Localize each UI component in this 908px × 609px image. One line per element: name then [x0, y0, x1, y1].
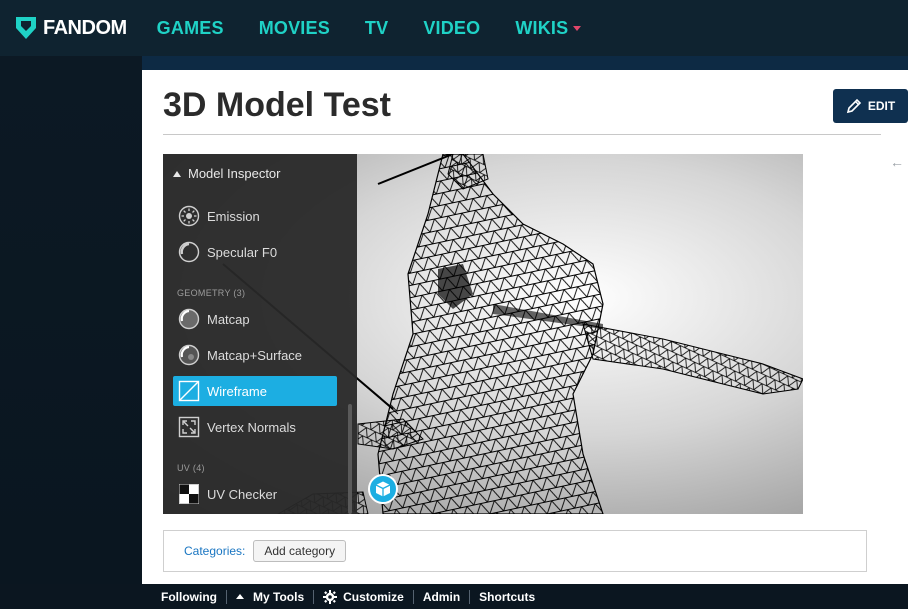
toolbar-following[interactable]: Following: [152, 590, 226, 604]
inspector-item-matcap[interactable]: Matcap: [173, 304, 337, 334]
edit-label: EDIT: [867, 99, 896, 113]
inspector-header[interactable]: Model Inspector: [173, 166, 281, 181]
inspector-scrollbar[interactable]: [348, 404, 352, 514]
inspector-item-label: Wireframe: [207, 383, 267, 399]
chevron-up-icon: [236, 594, 244, 599]
sketchfab-cube-icon: [375, 481, 391, 497]
inspector-item-specular[interactable]: Specular F0: [173, 237, 337, 267]
vertex-normals-icon: [178, 416, 200, 438]
sketchfab-logo-button[interactable]: [368, 474, 398, 504]
inspector-item-label: Matcap: [207, 311, 250, 327]
inspector-item-wireframe[interactable]: Wireframe: [173, 376, 337, 406]
nav-wikis-label: WIKIS: [515, 17, 569, 38]
toolbar-my-tools[interactable]: My Tools: [227, 590, 313, 604]
inspector-item-label: Emission: [207, 208, 260, 224]
inspector-item-label: Matcap+Surface: [207, 347, 303, 363]
inspector-item-label: UV Checker: [207, 486, 278, 502]
specular-icon: [178, 241, 200, 263]
inspector-item-label: Vertex Normals: [207, 419, 296, 435]
matcap-icon: [178, 308, 200, 330]
nav-movies[interactable]: MOVIES: [259, 18, 330, 39]
arrow-left-icon[interactable]: ←: [890, 154, 904, 170]
toolbar-customize-label: Customize: [343, 589, 404, 604]
toolbar-shortcuts[interactable]: Shortcuts: [470, 590, 544, 604]
nav-games[interactable]: GAMES: [157, 18, 224, 39]
model-viewer[interactable]: Model Inspector Emission Specular F0 GEO…: [163, 154, 803, 514]
inspector-title: Model Inspector: [188, 166, 281, 181]
inspector-item-label: Specular F0: [207, 244, 278, 260]
inspector-item-vertex-normals[interactable]: Vertex Normals: [173, 412, 337, 442]
community-header-strip: [142, 56, 908, 70]
categories-box: Categories: Add category: [163, 530, 867, 572]
wireframe-icon: [178, 380, 200, 402]
pencil-icon: [846, 98, 861, 114]
toolbar-my-tools-label: My Tools: [253, 589, 305, 604]
uv-section-label: UV (4): [177, 463, 205, 473]
global-navigation: FANDOM GAMES MOVIES TV VIDEO WIKIS: [0, 0, 908, 56]
left-background-rail: [0, 56, 142, 584]
emission-icon: [178, 205, 200, 227]
page-title: 3D Model Test: [163, 86, 391, 124]
uv-checker-icon: [179, 484, 199, 504]
nav-wikis[interactable]: WIKIS: [515, 17, 582, 39]
edit-button[interactable]: EDIT: [833, 89, 908, 123]
toolbar-customize[interactable]: Customize: [314, 589, 413, 604]
model-inspector-panel: Model Inspector Emission Specular F0 GEO…: [163, 154, 357, 514]
chevron-down-icon: [573, 25, 582, 31]
nav-links: GAMES MOVIES TV VIDEO WIKIS: [157, 18, 617, 39]
matcap-surface-icon: [178, 344, 200, 366]
collapse-triangle-icon: [173, 170, 181, 177]
wiki-toolbar: Following My Tools Customize Admin Short…: [0, 584, 908, 609]
inspector-item-emission[interactable]: Emission: [173, 201, 337, 231]
brand-name: FANDOM: [43, 16, 127, 39]
inspector-item-uv-checker[interactable]: UV Checker: [173, 479, 337, 509]
categories-link[interactable]: Categories:: [184, 544, 245, 558]
geometry-section-label: GEOMETRY (3): [177, 288, 246, 298]
inspector-item-matcap-surface[interactable]: Matcap+Surface: [173, 340, 337, 370]
gear-icon: [323, 589, 338, 604]
nav-video[interactable]: VIDEO: [423, 18, 480, 39]
nav-tv[interactable]: TV: [365, 18, 388, 39]
toolbar-admin[interactable]: Admin: [414, 590, 469, 604]
add-category-button[interactable]: Add category: [253, 540, 347, 562]
fandom-logo[interactable]: FANDOM: [12, 0, 127, 56]
article-page: 3D Model Test EDIT ← Model Inspector Emi…: [142, 70, 908, 584]
title-divider: [163, 134, 881, 135]
fandom-heart-icon: [16, 17, 36, 39]
